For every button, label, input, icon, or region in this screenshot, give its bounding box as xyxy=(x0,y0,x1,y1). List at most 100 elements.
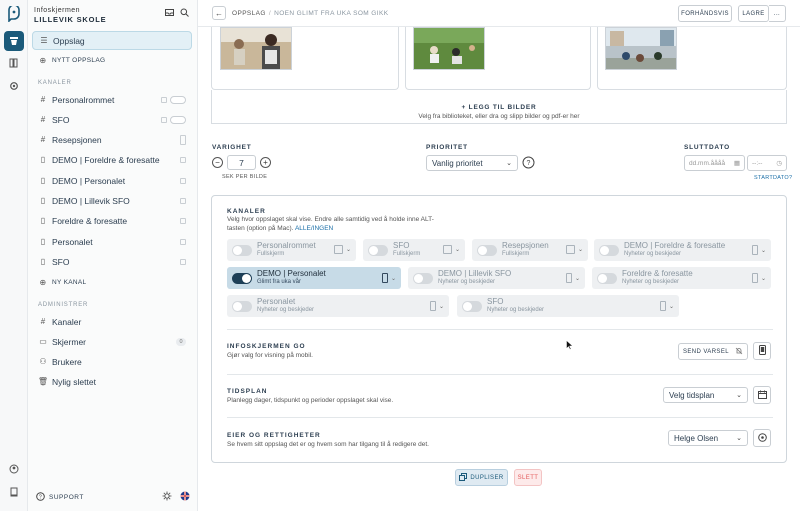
channels-title: KANALER xyxy=(227,208,266,215)
trash-icon: 🗑 xyxy=(37,377,49,386)
theme-sun-icon[interactable] xyxy=(162,491,172,503)
channel-toggle[interactable] xyxy=(477,244,497,256)
support-button[interactable]: ? SUPPORT xyxy=(36,491,84,503)
sidebar-item-channel[interactable]: ▯ DEMO | Personalet xyxy=(32,171,192,190)
startdate-link[interactable]: STARTDATO? xyxy=(754,175,792,181)
image-dropzone[interactable]: + LEGG TIL BILDER Velg fra biblioteket, … xyxy=(211,90,787,124)
settings-nav-icon[interactable] xyxy=(4,76,24,96)
duration-stepper: − 7 + xyxy=(212,155,271,170)
schedule-select[interactable]: Velg tidsplan ⌄ xyxy=(663,387,748,403)
priority-select[interactable]: Vanlig prioritet ⌄ xyxy=(426,155,518,171)
decrease-button[interactable]: − xyxy=(212,157,223,168)
channel-toggle[interactable] xyxy=(599,244,619,256)
channel-toggle[interactable] xyxy=(597,272,617,284)
posts-nav-icon[interactable] xyxy=(4,31,24,51)
channel-chip[interactable]: Personalet Nyheter og beskjeder ⌄ xyxy=(227,295,449,317)
channel-chip[interactable]: SFO Fullskjerm ⌄ xyxy=(363,239,465,261)
select-none-link[interactable]: INGEN xyxy=(313,225,334,232)
add-images-button[interactable]: + LEGG TIL BILDER xyxy=(212,104,786,111)
priority-help-icon[interactable]: ? xyxy=(522,156,535,171)
sidebar-item-channel[interactable]: ▯ DEMO | Foreldre & foresatte xyxy=(32,150,192,169)
channels-desc-line1: Velg hvor oppslaget skal vise. Endre all… xyxy=(227,216,434,223)
sidebar-item-label: DEMO | Foreldre & foresatte xyxy=(52,154,160,165)
sharing-settings-button[interactable] xyxy=(753,429,771,447)
channel-name: DEMO | Lillevik SFO xyxy=(438,270,512,278)
screen-icon xyxy=(565,245,575,254)
search-icon[interactable] xyxy=(180,8,189,19)
sidebar-item-oppslag[interactable]: ☰ Oppslag xyxy=(32,31,192,50)
sidebar-item-channel[interactable]: # SFO xyxy=(32,110,192,129)
inbox-icon[interactable] xyxy=(165,8,174,19)
image-thumbnail[interactable] xyxy=(413,27,485,70)
channel-toggle[interactable] xyxy=(413,272,433,284)
image-thumbnail[interactable] xyxy=(605,27,677,70)
channel-chip[interactable]: Resepsjonen Fullskjerm ⌄ xyxy=(472,239,588,261)
sidebar-item-channel[interactable]: # Personalrommet xyxy=(32,90,192,109)
enddate-date-input[interactable]: dd.mm.åååå ▦ xyxy=(684,155,745,171)
sidebar-item-channel[interactable]: ▯ Personalet xyxy=(32,232,192,251)
channel-status xyxy=(180,217,186,224)
logout-icon[interactable] xyxy=(4,482,24,502)
chevron-down-icon: ⌄ xyxy=(736,392,742,399)
channel-chip[interactable]: DEMO | Lillevik SFO Nyheter og beskjeder … xyxy=(408,267,585,289)
channel-status xyxy=(180,156,186,163)
channel-chip[interactable]: Personalrommet Fullskjerm ⌄ xyxy=(227,239,356,261)
sidebar-item-new-channel[interactable]: ⊕ NY KANAL xyxy=(32,273,192,292)
channel-chip[interactable]: DEMO | Personalet Glimt fra uka vår ⌄ xyxy=(227,267,401,289)
sidebar-item-channel[interactable]: ▯ DEMO | Lillevik SFO xyxy=(32,191,192,210)
increase-button[interactable]: + xyxy=(260,157,271,168)
chevron-down-icon[interactable]: ⌄ xyxy=(575,275,580,282)
chevron-down-icon[interactable]: ⌄ xyxy=(346,246,351,253)
preview-button[interactable]: FORHÅNDSVIS xyxy=(678,5,732,22)
account-icon[interactable] xyxy=(4,459,24,479)
chevron-down-icon[interactable]: ⌄ xyxy=(439,303,444,310)
image-card[interactable] xyxy=(211,27,399,90)
schedule-calendar-button[interactable] xyxy=(753,386,771,404)
settings-panel: KANALER Velg hvor oppslaget skal vise. E… xyxy=(211,195,787,463)
breadcrumb-root[interactable]: OPPSLAG xyxy=(232,10,266,17)
channel-chip[interactable]: Foreldre & foresatte Nyheter og beskjeder… xyxy=(592,267,771,289)
chevron-down-icon[interactable]: ⌄ xyxy=(391,275,396,282)
enddate-time-input[interactable]: --:-- ◷ xyxy=(747,155,787,171)
sidebar-item-admin-users[interactable]: ⚇ Brukere xyxy=(32,352,192,371)
channel-toggle[interactable] xyxy=(232,300,252,312)
duration-input[interactable]: 7 xyxy=(227,155,256,170)
channel-toggle[interactable] xyxy=(462,300,482,312)
channel-chip[interactable]: DEMO | Foreldre & foresatte Nyheter og be… xyxy=(594,239,771,261)
phone-icon xyxy=(659,301,666,311)
chevron-down-icon[interactable]: ⌄ xyxy=(669,303,674,310)
owner-select[interactable]: Helge Olsen ⌄ xyxy=(668,430,748,446)
more-options-button[interactable]: ... xyxy=(769,5,786,22)
chevron-down-icon[interactable]: ⌄ xyxy=(578,246,583,253)
channel-toggle[interactable] xyxy=(232,244,252,256)
back-button[interactable]: ← xyxy=(212,6,226,20)
mobile-preview-button[interactable] xyxy=(753,342,771,360)
delete-button[interactable]: SLETT xyxy=(514,469,542,486)
image-card[interactable] xyxy=(405,27,591,90)
duration-label: VARIGHET xyxy=(212,144,252,151)
phone-icon: ▯ xyxy=(40,155,46,164)
sidebar-item-admin-channels[interactable]: # Kanaler xyxy=(32,312,192,331)
plus-circle-icon: ⊕ xyxy=(39,56,47,65)
sidebar-item-channel[interactable]: # Resepsjonen xyxy=(32,130,192,149)
sidebar-item-admin-screens[interactable]: ▭ Skjermer 0 xyxy=(32,332,192,351)
send-notification-button[interactable]: SEND VARSEL xyxy=(678,343,748,360)
select-all-link[interactable]: ALLE xyxy=(295,225,311,232)
brand-line2: LILLEVIK SKOLE xyxy=(34,15,107,24)
chevron-down-icon[interactable]: ⌄ xyxy=(761,247,766,254)
sidebar-item-new-post[interactable]: ⊕ NYTT OPPSLAG xyxy=(32,51,192,70)
sidebar-item-admin-trash[interactable]: 🗑 Nylig slettet xyxy=(32,372,192,391)
channel-chip[interactable]: SFO Nyheter og beskjeder ⌄ xyxy=(457,295,679,317)
library-nav-icon[interactable] xyxy=(4,53,24,73)
language-flag-icon[interactable] xyxy=(180,491,190,503)
duplicate-button[interactable]: DUPLISER xyxy=(455,469,508,486)
channel-toggle[interactable] xyxy=(368,244,388,256)
channel-toggle[interactable] xyxy=(232,272,252,284)
chevron-down-icon[interactable]: ⌄ xyxy=(455,246,460,253)
save-button[interactable]: LAGRE xyxy=(738,5,769,22)
image-thumbnail[interactable] xyxy=(220,27,292,70)
chevron-down-icon[interactable]: ⌄ xyxy=(761,275,766,282)
sidebar-item-channel[interactable]: ▯ Foreldre & foresatte xyxy=(32,211,192,230)
image-card[interactable] xyxy=(597,27,787,90)
sidebar-item-channel[interactable]: ▯ SFO xyxy=(32,252,192,271)
